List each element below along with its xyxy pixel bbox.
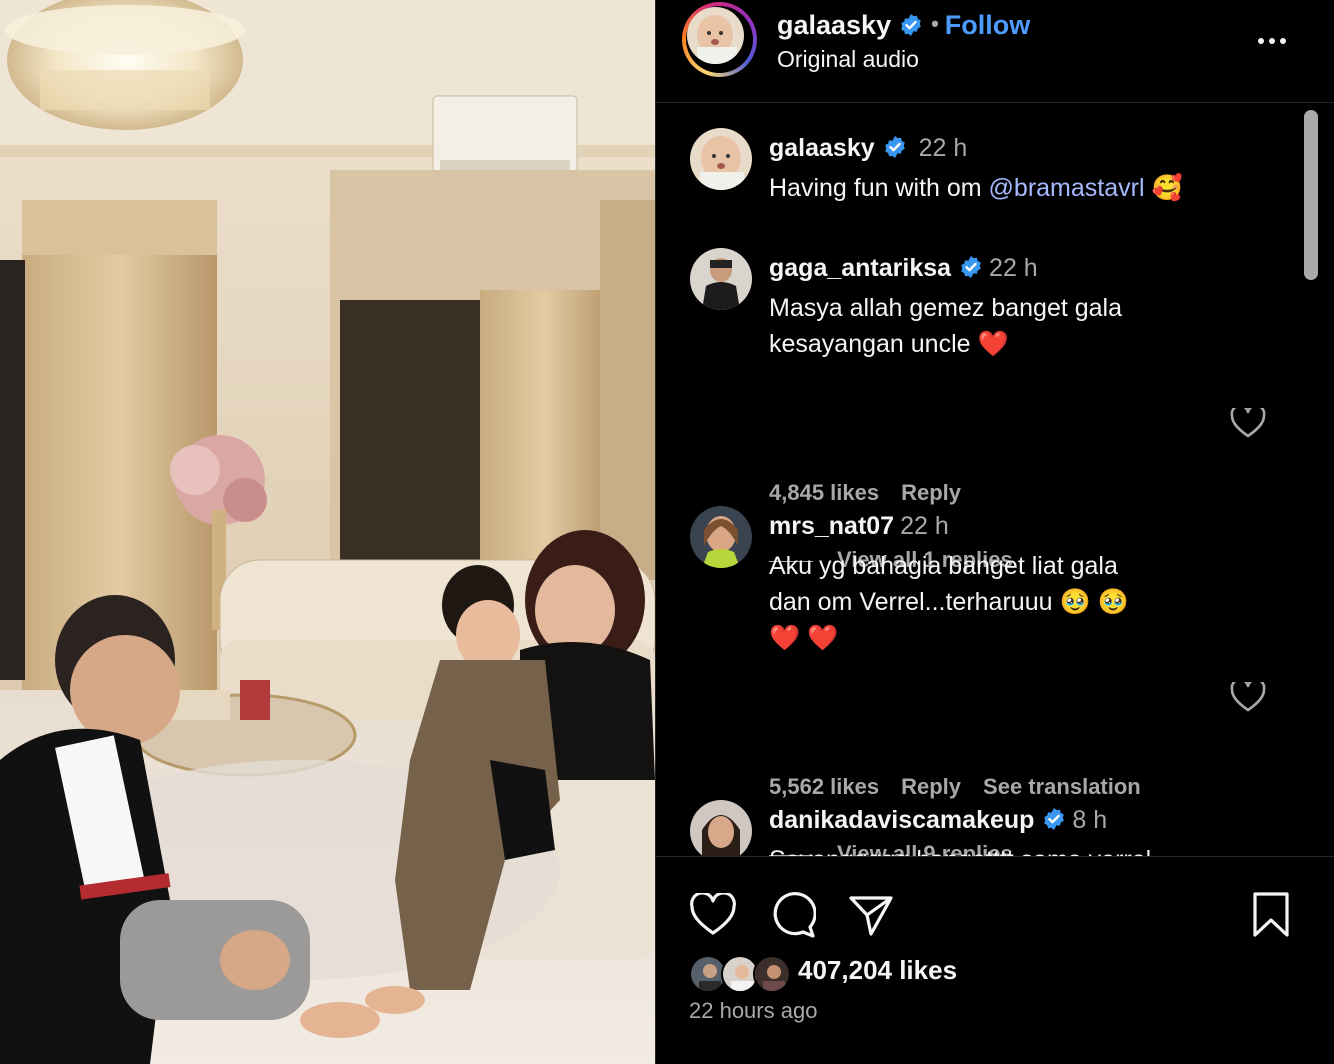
video-frame-image <box>0 0 655 1064</box>
comment-text-line: Sayanggggg bangetttt sama verrel <box>769 842 1289 856</box>
verified-badge-icon <box>901 14 921 36</box>
bookmark-icon[interactable] <box>1251 891 1291 939</box>
comment-text: Aku yg bahagia banget liat gala dan om V… <box>769 548 1209 656</box>
caption-emoji: 🥰 <box>1151 174 1183 202</box>
follow-button[interactable]: Follow <box>945 10 1030 40</box>
comment-meta: 4,845 likes Reply <box>769 480 983 506</box>
commenter-username[interactable]: gaga_antariksa <box>769 254 951 282</box>
caption-avatar[interactable] <box>690 128 752 190</box>
caption-username[interactable]: galaasky <box>769 134 875 162</box>
verified-badge-icon <box>1044 808 1065 830</box>
comments-scrollbar[interactable] <box>1304 110 1318 280</box>
audio-label[interactable]: Original audio <box>777 46 919 73</box>
more-options-icon[interactable] <box>1252 26 1292 56</box>
commenter-avatar[interactable] <box>690 800 752 856</box>
caption-username-row: galaasky 22 h <box>769 134 967 163</box>
separator-dot: • <box>931 11 939 36</box>
commenter-avatar[interactable] <box>690 248 752 310</box>
comment-text: Masya allah gemez banget gala kesayangan… <box>769 290 1209 362</box>
post-header: galaasky • Follow Original audio <box>656 0 1334 103</box>
liker-avatar[interactable] <box>753 955 791 993</box>
heart-icon[interactable] <box>1230 408 1266 442</box>
post-likes-count[interactable]: 407,204 likes <box>798 955 957 986</box>
verified-badge-icon <box>961 256 981 278</box>
comment-text: Sayanggggg bangetttt sama verrel <box>769 842 1289 856</box>
commenter-avatar[interactable] <box>690 506 752 568</box>
commenter-username[interactable]: danikadaviscamakeup <box>769 806 1034 834</box>
comment-text-line: dan om Verrel...terharuuu 🥹 🥹 <box>769 588 1129 616</box>
comment-likes[interactable]: 5,562 likes <box>769 774 879 799</box>
caption-time: 22 h <box>918 134 968 162</box>
post-panel: galaasky • Follow Original audio galaasky 2… <box>655 0 1334 1064</box>
comment-time: 22 h <box>989 254 1038 282</box>
post-timestamp: 22 hours ago <box>689 998 818 1023</box>
heart-icon[interactable] <box>1230 682 1266 716</box>
comment-time: 8 h <box>1072 806 1108 834</box>
comments-list[interactable]: galaasky 22 h Having fun with om @bramast… <box>656 104 1334 856</box>
heart-icon[interactable] <box>689 893 737 937</box>
commenter-username-row: mrs_nat07 22 h <box>769 512 949 541</box>
reel-video[interactable] <box>0 0 655 1064</box>
comment-text-line: Masya allah gemez banget gala <box>769 294 1123 322</box>
commenter-username[interactable]: mrs_nat07 <box>769 512 894 540</box>
caption-text: Having fun with om @bramastavrl 🥰 <box>769 170 1289 206</box>
commenter-username-row: gaga_antariksa 22 h <box>769 254 1038 283</box>
caption-body: Having fun with om <box>769 174 989 202</box>
comment-text-line: Aku yg bahagia banget liat gala <box>769 552 1118 580</box>
commenter-username-row: danikadaviscamakeup 8 h <box>769 806 1107 835</box>
reply-button[interactable]: Reply <box>901 774 961 799</box>
share-icon[interactable] <box>847 893 895 937</box>
author-avatar[interactable] <box>687 7 744 64</box>
comment-icon[interactable] <box>768 891 816 939</box>
author-username-row: galaasky • Follow <box>777 10 1030 41</box>
comment-text-line: ❤️ ❤️ <box>769 624 839 652</box>
author-username[interactable]: galaasky <box>777 10 891 40</box>
reply-button[interactable]: Reply <box>901 480 961 505</box>
verified-badge-icon <box>884 136 905 158</box>
see-translation-button[interactable]: See translation <box>983 774 1141 799</box>
comment-time: 22 h <box>900 512 949 540</box>
story-ring[interactable] <box>682 2 757 77</box>
mention-link[interactable]: @bramastavrl <box>989 174 1145 202</box>
comment-text-line: kesayangan uncle ❤️ <box>769 330 1009 358</box>
comment-meta: 5,562 likes Reply See translation <box>769 774 1163 800</box>
comment-likes[interactable]: 4,845 likes <box>769 480 879 505</box>
